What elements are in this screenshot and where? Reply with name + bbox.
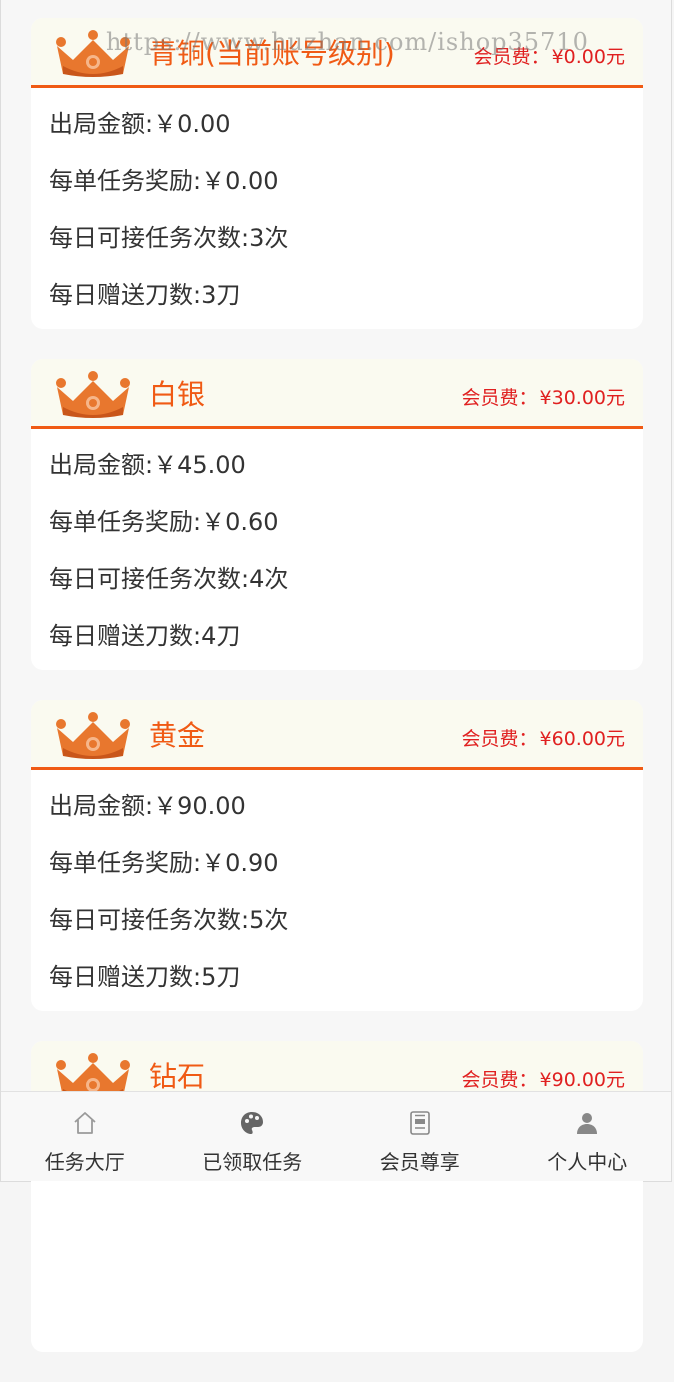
membership-fee: 会员费： ¥60.00元 (462, 724, 626, 751)
tab-profile[interactable]: 个人中心 (504, 1092, 672, 1181)
crown-icon (56, 712, 130, 759)
exit-amount: 出局金额:￥0.00 (49, 110, 231, 138)
tab-task-hall[interactable]: 任务大厅 (1, 1092, 169, 1181)
daily-free-cuts: 每日赠送刀数:5刀 (49, 963, 241, 991)
task-reward: 每单任务奖励:￥0.90 (49, 849, 279, 877)
daily-free-cuts: 每日赠送刀数:4刀 (49, 622, 241, 650)
palette-icon (241, 1112, 264, 1134)
membership-fee: 会员费： ¥0.00元 (474, 42, 625, 69)
fee-label: 会员费： (461, 387, 538, 409)
membership-fee: 会员费： ¥90.00元 (462, 1065, 626, 1092)
user-icon (577, 1113, 598, 1134)
fee-amount: ¥30.00元 (539, 387, 625, 409)
level-card-gold[interactable]: 黄金 会员费： ¥60.00元 出局金额:￥90.00 每单任务奖励:￥0.90 … (31, 700, 643, 1011)
daily-task-limit: 每日可接任务次数:5次 (49, 906, 289, 934)
level-card-bronze[interactable]: 青铜(当前账号级别) 会员费： ¥0.00元 出局金额:￥0.00 每单任务奖励:… (31, 18, 643, 329)
crown-icon (56, 30, 130, 77)
card-header: 白银 会员费： ¥30.00元 (31, 359, 643, 429)
bottom-tab-bar: 任务大厅 已领取任务 会员尊享 个人中心 (1, 1091, 671, 1181)
fee-label: 会员费： (461, 728, 538, 750)
tab-member-benefits[interactable]: 会员尊享 (336, 1092, 504, 1181)
home-icon (74, 1112, 96, 1134)
daily-free-cuts: 每日赠送刀数:3刀 (49, 281, 241, 309)
task-reward: 每单任务奖励:￥0.60 (49, 508, 279, 536)
fee-label: 会员费： (473, 46, 550, 68)
level-name: 黄金 (149, 719, 206, 752)
card-header: 黄金 会员费： ¥60.00元 (31, 700, 643, 770)
level-name: 钻石 (149, 1060, 206, 1093)
member-card-icon (409, 1111, 430, 1135)
membership-fee: 会员费： ¥30.00元 (462, 383, 626, 410)
exit-amount: 出局金额:￥90.00 (49, 792, 246, 820)
level-card-diamond[interactable]: 钻石 会员费： ¥90.00元 (31, 1041, 643, 1352)
fee-amount: ¥90.00元 (539, 1069, 625, 1091)
daily-task-limit: 每日可接任务次数:4次 (49, 565, 289, 593)
tab-label: 会员尊享 (379, 1150, 460, 1174)
tab-claimed-tasks[interactable]: 已领取任务 (169, 1092, 337, 1181)
exit-amount: 出局金额:￥45.00 (49, 451, 246, 479)
daily-task-limit: 每日可接任务次数:3次 (49, 224, 289, 252)
level-name: 白银 (149, 378, 206, 411)
level-name: 青铜(当前账号级别) (149, 37, 395, 70)
card-body: 出局金额:￥45.00 每单任务奖励:￥0.60 每日可接任务次数:4次 每日赠… (31, 429, 643, 670)
card-body: 出局金额:￥90.00 每单任务奖励:￥0.90 每日可接任务次数:5次 每日赠… (31, 770, 643, 1011)
fee-amount: ¥0.00元 (551, 46, 625, 68)
tab-label: 任务大厅 (44, 1150, 125, 1174)
task-reward: 每单任务奖励:￥0.00 (49, 167, 279, 195)
page-frame: https://www.huzhan.com/ishop35710 青铜(当前账… (0, 0, 672, 1352)
tab-label: 已领取任务 (202, 1150, 303, 1174)
fee-amount: ¥60.00元 (539, 728, 625, 750)
level-card-silver[interactable]: 白银 会员费： ¥30.00元 出局金额:￥45.00 每单任务奖励:￥0.60 … (31, 359, 643, 670)
card-body: 出局金额:￥0.00 每单任务奖励:￥0.00 每日可接任务次数:3次 每日赠送… (31, 88, 643, 329)
tab-label: 个人中心 (547, 1150, 628, 1174)
fee-label: 会员费： (461, 1069, 538, 1091)
card-header: 青铜(当前账号级别) 会员费： ¥0.00元 (31, 18, 643, 88)
crown-icon (56, 371, 130, 418)
